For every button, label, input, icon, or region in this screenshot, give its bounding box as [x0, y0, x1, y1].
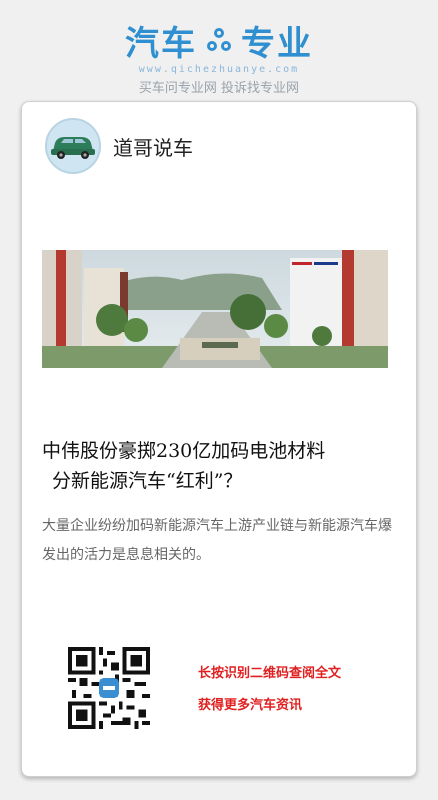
gear-icon: [207, 28, 231, 51]
qr-code-icon[interactable]: [68, 647, 150, 729]
author-row[interactable]: 道哥说车: [45, 118, 193, 174]
author-name[interactable]: 道哥说车: [113, 132, 193, 161]
qr-call-to-action: 长按识别二维码查阅全文 获得更多汽车资讯: [198, 664, 341, 728]
article-card[interactable]: 道哥说车 中伟股份豪掷230亿加码电池材料 分新能源汽车“红利”？ 大量企业纷纷…: [21, 101, 417, 777]
factory-gate-photo[interactable]: [42, 250, 388, 368]
brand-slogan: 买车问专业网 投诉找专业网: [138, 81, 300, 96]
brand-title-right: 专业: [241, 23, 313, 64]
headline-line-1[interactable]: 中伟股份豪掷230亿加码电池材料: [42, 440, 325, 462]
cta-line-2: 获得更多汽车资讯: [198, 698, 303, 713]
green-car-icon: [51, 137, 95, 159]
photo-graphic: [42, 250, 388, 368]
headline-line-2[interactable]: 分新能源汽车“红利”？: [42, 466, 392, 496]
qr-graphic: [68, 647, 150, 729]
brand-domain: www.qichezhuanye.com: [138, 64, 300, 75]
brand-title-left: 汽车: [125, 23, 197, 64]
brand-header: 汽车 专业 www.qichezhuanye.com 买车问专业网 投诉找专业网: [0, 18, 438, 97]
avatar[interactable]: [45, 118, 101, 174]
article-summary: 大量企业纷纷加码新能源汽车上游产业链与新能源汽车爆发出的活力是息息相关的。: [42, 518, 392, 563]
article-headline[interactable]: 中伟股份豪掷230亿加码电池材料 分新能源汽车“红利”？: [42, 436, 392, 496]
cta-line-1: 长按识别二维码查阅全文: [198, 666, 342, 681]
brand-title: 汽车 专业: [0, 18, 438, 64]
